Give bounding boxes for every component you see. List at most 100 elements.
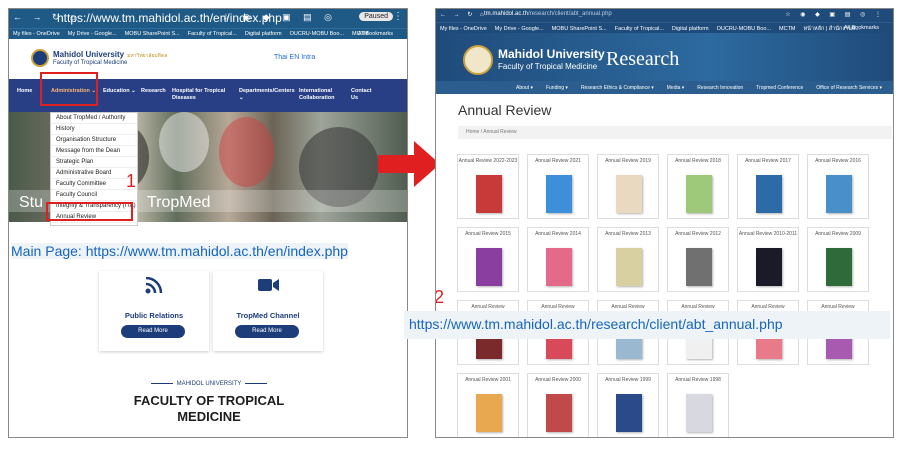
bookmark-item[interactable]: My Drive - Google... xyxy=(495,26,544,32)
annual-review-card[interactable]: Annual Review 2019 xyxy=(597,154,659,219)
annual-review-card[interactable]: Annual Review 2016 xyxy=(807,154,869,219)
annual-review-cover-image[interactable] xyxy=(616,175,642,213)
dropdown-item[interactable]: Faculty Council xyxy=(51,190,137,201)
annual-review-cover-image[interactable] xyxy=(476,248,502,286)
annual-review-label: Annual Review 2018 xyxy=(675,158,721,164)
research-nav-item[interactable]: Tropmed Conference xyxy=(756,85,803,91)
annual-review-card[interactable]: Annual Review 2018 xyxy=(667,154,729,219)
annual-review-cover-image[interactable] xyxy=(686,175,712,213)
all-bookmarks-button[interactable]: All Bookmarks xyxy=(844,25,879,31)
site-name-thai: มหาวิทยาลัยมหิดล xyxy=(127,53,168,59)
faculty-big-heading: FACULTY OF TROPICAL MEDICINE xyxy=(133,393,285,424)
bookmark-item[interactable]: My files - OneDrive xyxy=(440,26,487,32)
dropdown-item[interactable]: History xyxy=(51,124,137,135)
nav-item[interactable]: Education ⌄ xyxy=(103,88,139,95)
research-nav-item[interactable]: Office of Research Services ▾ xyxy=(816,85,882,91)
annual-review-cover-image[interactable] xyxy=(826,248,852,286)
extension-icons[interactable]: ☆ ◉ ◆ ▣ ▤ ◎ xyxy=(222,12,337,23)
annual-review-card[interactable]: Annual Review 2014 xyxy=(527,227,589,292)
rss-icon xyxy=(144,276,164,298)
annual-review-cover-image[interactable] xyxy=(476,175,502,213)
mahidol-logo-icon[interactable] xyxy=(31,49,49,67)
annual-review-label: Annual Review 2021 xyxy=(535,158,581,164)
dropdown-item[interactable]: About TropMed / Authority xyxy=(51,113,137,124)
annual-review-label: Annual Review 2013 xyxy=(605,231,651,237)
bookmark-item[interactable]: Digital platform xyxy=(245,31,282,37)
nav-buttons-icon[interactable]: ← → ↻ ⌂ xyxy=(440,11,487,18)
read-more-button[interactable]: Read More xyxy=(121,325,185,338)
annual-review-card[interactable]: Annual Review 1999 xyxy=(597,373,659,437)
nav-item[interactable]: Contact Us xyxy=(351,88,376,102)
annual-review-label: Annual Review 2017 xyxy=(745,158,791,164)
annual-review-card[interactable]: Annual Review 2010-2011 xyxy=(737,227,799,292)
annual-review-label: Annual Review 2009 xyxy=(815,231,861,237)
breadcrumb[interactable]: Home / Annual Review xyxy=(458,126,892,139)
bookmark-item[interactable]: My files - OneDrive xyxy=(13,31,60,37)
left-browser-toolbar: ← → ↻ ⌂ https://www.tm.mahidol.ac.th/en/… xyxy=(9,9,407,28)
research-nav-item[interactable]: About ▾ xyxy=(516,85,533,91)
annual-review-cover-image[interactable] xyxy=(686,248,712,286)
bookmark-item[interactable]: Faculty of Tropical... xyxy=(615,26,664,32)
card-section: Public Relations Read More TropMed Chann… xyxy=(9,271,407,361)
research-nav-item[interactable]: Research Innovation xyxy=(697,85,743,91)
research-header: Mahidol University Faculty of Tropical M… xyxy=(436,33,893,81)
annual-review-cover-image[interactable] xyxy=(546,175,572,213)
right-address-bar[interactable]: tm.mahidol.ac.th/research/client/abt_ann… xyxy=(484,11,612,17)
annual-review-card[interactable]: Annual Review 2017 xyxy=(737,154,799,219)
annual-review-cover-image[interactable] xyxy=(546,248,572,286)
annual-review-card[interactable]: Annual Review 2001 xyxy=(457,373,519,437)
nav-item[interactable]: Hospital for Tropical Diseases xyxy=(172,88,232,102)
dropdown-item[interactable]: Message from the Dean xyxy=(51,146,137,157)
nav-item[interactable]: International Collaboration xyxy=(299,88,349,102)
public-relations-card: Public Relations Read More xyxy=(99,271,209,351)
annual-review-card[interactable]: Annual Review 2012 xyxy=(667,227,729,292)
bookmark-item[interactable]: MCTM xyxy=(779,26,796,32)
faculty-small-heading: MAHIDOL UNIVERSITY xyxy=(9,381,407,387)
nav-item[interactable]: Departments/Centers ⌄ xyxy=(239,88,297,102)
bookmark-item[interactable]: My Drive - Google... xyxy=(68,31,117,37)
annual-review-cover-image[interactable] xyxy=(826,175,852,213)
mahidol-logo-icon[interactable] xyxy=(463,45,493,75)
annual-review-card[interactable]: Annual Review 1998 xyxy=(667,373,729,437)
bookmark-item[interactable]: Faculty of Tropical... xyxy=(188,31,237,37)
profile-paused-button[interactable]: Paused xyxy=(359,12,393,21)
annual-review-cover-image[interactable] xyxy=(686,394,712,432)
annual-review-cover-image[interactable] xyxy=(616,394,642,432)
header-faculty-name: Faculty of Tropical Medicine xyxy=(498,62,598,71)
dropdown-item[interactable]: Organisation Structure xyxy=(51,135,137,146)
nav-item[interactable]: Research xyxy=(141,88,171,95)
bookmark-item[interactable]: Digital platform xyxy=(672,26,709,32)
annual-review-cover-image[interactable] xyxy=(476,394,502,432)
dropdown-item[interactable]: Administrative Board xyxy=(51,168,137,179)
target-url-label: https://www.tm.mahidol.ac.th/research/cl… xyxy=(409,316,783,332)
annual-review-card[interactable]: Annual Review 2015 xyxy=(457,227,519,292)
bookmark-item[interactable]: MOBU SharePoint S... xyxy=(125,31,180,37)
annual-review-cover-image[interactable] xyxy=(616,248,642,286)
extension-icons[interactable]: ☆ ◉ ◆ ▣ ▤ ◎ ⋮ xyxy=(785,11,885,18)
annual-review-cover-image[interactable] xyxy=(546,394,572,432)
language-switch[interactable]: Thai EN Intra xyxy=(274,54,315,61)
annual-review-cover-image[interactable] xyxy=(756,175,782,213)
all-bookmarks-button[interactable]: All Bookmarks xyxy=(358,31,393,37)
annual-review-card[interactable]: Annual Review 2009 xyxy=(807,227,869,292)
dropdown-item[interactable]: Faculty Committee xyxy=(51,179,137,190)
annual-review-label: Annual Review 2014 xyxy=(535,231,581,237)
bookmark-item[interactable]: OUCRU-MOBU Boo... xyxy=(717,26,771,32)
page-title: Annual Review xyxy=(458,102,552,118)
browser-menu-icon[interactable]: ⋮ xyxy=(393,11,403,22)
research-nav-item[interactable]: Research Ethics & Compliance ▾ xyxy=(581,85,654,91)
annual-review-card[interactable]: Annual Review 2013 xyxy=(597,227,659,292)
annual-review-cover-image[interactable] xyxy=(756,248,782,286)
bookmark-item[interactable]: OUCRU-MOBU Boo... xyxy=(290,31,344,37)
annual-review-card[interactable]: Annual Review 2000 xyxy=(527,373,589,437)
dropdown-item[interactable]: Strategic Plan xyxy=(51,157,137,168)
research-navigation: About ▾ Funding ▾ Research Ethics & Compli… xyxy=(436,81,893,94)
header-section-title: Research xyxy=(606,48,680,70)
research-nav-item[interactable]: Funding ▾ xyxy=(546,85,568,91)
administration-highlight-box xyxy=(40,72,98,106)
bookmark-item[interactable]: MOBU SharePoint S... xyxy=(552,26,607,32)
annual-review-card[interactable]: Annual Review 2021 xyxy=(527,154,589,219)
read-more-button[interactable]: Read More xyxy=(235,325,299,338)
research-nav-item[interactable]: Media ▾ xyxy=(667,85,685,91)
annual-review-card[interactable]: Annual Review 2022-2023 xyxy=(457,154,519,219)
